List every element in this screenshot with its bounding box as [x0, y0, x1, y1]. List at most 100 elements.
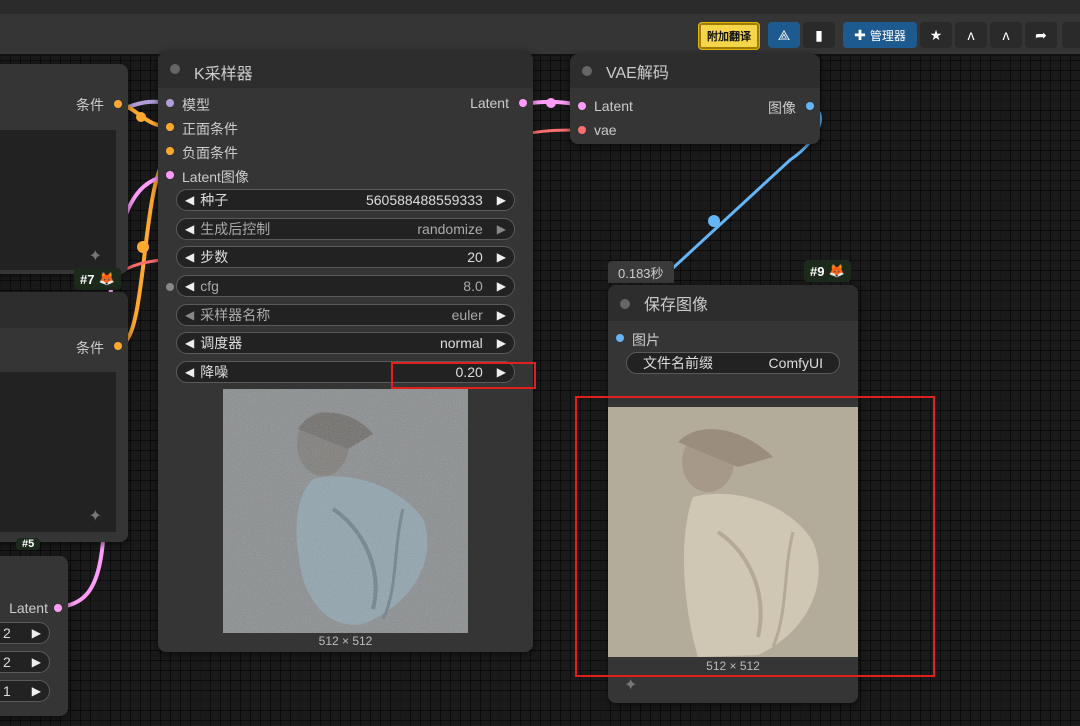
left-arrow-icon[interactable]: ◀ [185, 222, 194, 236]
left-arrow-icon[interactable]: ◀ [185, 365, 194, 379]
conditioning-output-2: 条件 [76, 340, 104, 356]
puzzle-icon: ✚ [854, 26, 866, 43]
badge-text: #9 [810, 263, 825, 279]
star-button[interactable]: ★ [920, 22, 952, 48]
ksampler-node[interactable]: K采样器 模型 正面条件 负面条件 Latent图像 Latent ◀ 种子 560… [158, 52, 533, 652]
vae-input-socket[interactable] [578, 126, 586, 134]
right-arrow-icon[interactable]: ▶ [497, 308, 506, 322]
latent-output: Latent [9, 600, 48, 616]
latent-input: Latent图像 [182, 169, 249, 185]
left-node-bottom[interactable]: Latent 2 ▶ 2 ▶ 1 ▶ [0, 556, 68, 716]
widget-label: 步数 [200, 249, 229, 265]
ksampler-title-text: K采样器 [194, 66, 253, 83]
share-icon: ➦ [1035, 26, 1047, 43]
node-badge-7: #7 🦊 [74, 268, 121, 290]
more-button[interactable] [1062, 22, 1080, 48]
widget-label: 种子 [200, 192, 229, 208]
manager-button[interactable]: ✚ 管理器 [843, 22, 917, 48]
latent-output-socket[interactable] [519, 99, 527, 107]
image-output-socket[interactable] [806, 102, 814, 110]
left-node-mid[interactable]: 条件 ✦ [0, 292, 128, 542]
model-input: 模型 [182, 97, 210, 113]
control-after-generate-widget[interactable]: ◀ 生成后控制 randomize ▶ [176, 218, 515, 240]
latent-input: Latent [594, 98, 633, 114]
collapse-dot[interactable] [620, 299, 630, 309]
widget-label: 采样器名称 [200, 307, 271, 323]
left-arrow-icon[interactable]: ◀ [185, 193, 194, 207]
left-arrow-icon[interactable]: ◀ [185, 250, 194, 264]
model-input-socket[interactable] [166, 99, 174, 107]
width-widget[interactable]: 2 ▶ [0, 622, 50, 644]
fox-icon: 🦊 [828, 263, 845, 278]
right-arrow-icon[interactable]: ▶ [497, 336, 506, 350]
execution-time: 0.183秒 [608, 261, 674, 283]
denoise-highlight [391, 362, 536, 389]
widget-value: 1 [3, 683, 11, 699]
latent-input-socket[interactable] [166, 171, 174, 179]
right-arrow-icon[interactable]: ▶ [497, 279, 506, 293]
latent-output-socket[interactable] [54, 604, 62, 612]
collapse-dot[interactable] [170, 64, 180, 74]
conditioning-output-socket-2[interactable] [114, 342, 122, 350]
image-input-socket[interactable] [616, 334, 624, 342]
vae-decode-title-text: VAE解码 [606, 65, 669, 82]
widget-label: 调度器 [200, 335, 243, 351]
left-node-top[interactable]: 条件 ✦ [0, 64, 128, 274]
share-button[interactable]: ➦ [1025, 22, 1057, 48]
steps-widget[interactable]: ◀ 步数 20 ▶ [176, 246, 515, 268]
widget-value: 8.0 [463, 278, 483, 294]
ksampler-title[interactable]: K采样器 [158, 52, 533, 88]
right-arrow-icon[interactable]: ▶ [497, 222, 506, 236]
conditioning-output-socket[interactable] [114, 100, 122, 108]
vae-decode-title[interactable]: VAE解码 [570, 54, 820, 88]
comfy-icon: ʌ [967, 27, 975, 43]
scheduler-widget[interactable]: ◀ 调度器 normal ▶ [176, 332, 515, 354]
cfg-input-socket[interactable] [166, 283, 174, 291]
widget-label: 生成后控制 [200, 221, 271, 237]
conditioning-output: 条件 [76, 97, 104, 113]
bookmark-button[interactable]: ▮ [803, 22, 835, 48]
left-arrow-icon[interactable]: ◀ [185, 336, 194, 350]
vae-decode-node[interactable]: VAE解码 Latent vae 图像 [570, 54, 820, 144]
node-badge-9: #9 🦊 [804, 260, 851, 282]
right-arrow-icon[interactable]: ▶ [32, 655, 41, 669]
sparkle-icon: ✦ [624, 677, 638, 694]
menu-toolbar: 附加翻译 ⟁ ▮ ✚ 管理器 ★ ʌ ʌ ➦ [0, 14, 1080, 56]
save-image-title-text: 保存图像 [644, 297, 709, 314]
badge-text: #5 [22, 538, 35, 550]
right-arrow-icon[interactable]: ▶ [497, 193, 506, 207]
widget-value: normal [439, 335, 483, 351]
comfy-button-1[interactable]: ʌ [955, 22, 987, 48]
filename-prefix-widget[interactable]: 文件名前缀 ComfyUI [626, 352, 840, 374]
height-widget[interactable]: 2 ▶ [0, 651, 50, 673]
sampler-name-widget[interactable]: ◀ 采样器名称 euler ▶ [176, 304, 515, 326]
left-node-mid-title[interactable] [0, 292, 128, 328]
node-badge-5: #5 [16, 538, 41, 550]
node-map-button[interactable]: ⟁ [768, 22, 800, 48]
negative-input: 负面条件 [182, 145, 238, 161]
left-arrow-icon[interactable]: ◀ [185, 308, 194, 322]
translate-button[interactable]: 附加翻译 [698, 22, 760, 50]
latent-preview-image [223, 389, 468, 633]
comfy-button-2[interactable]: ʌ [990, 22, 1022, 48]
right-arrow-icon[interactable]: ▶ [497, 250, 506, 264]
widget-label: cfg [200, 278, 219, 294]
right-arrow-icon[interactable]: ▶ [32, 626, 41, 640]
latent-input-socket[interactable] [578, 102, 586, 110]
pink-wire-lower [123, 258, 161, 272]
left-arrow-icon[interactable]: ◀ [185, 279, 194, 293]
positive-input-socket[interactable] [166, 123, 174, 131]
widget-label: 文件名前缀 [643, 355, 713, 371]
sparkle-icon: ✦ [88, 508, 102, 525]
image-input: 图片 [632, 332, 660, 348]
right-arrow-icon[interactable]: ▶ [32, 684, 41, 698]
image-output: 图像 [768, 100, 796, 116]
widget-value: 2 [3, 625, 11, 641]
preview-figure [223, 389, 468, 633]
batch-widget[interactable]: 1 ▶ [0, 680, 50, 702]
negative-input-socket[interactable] [166, 147, 174, 155]
save-image-title[interactable]: 保存图像 [608, 285, 858, 321]
seed-widget[interactable]: ◀ 种子 560588488559333 ▶ [176, 189, 515, 211]
cfg-widget[interactable]: ◀ cfg 8.0 ▶ [176, 275, 515, 297]
collapse-dot[interactable] [582, 66, 592, 76]
